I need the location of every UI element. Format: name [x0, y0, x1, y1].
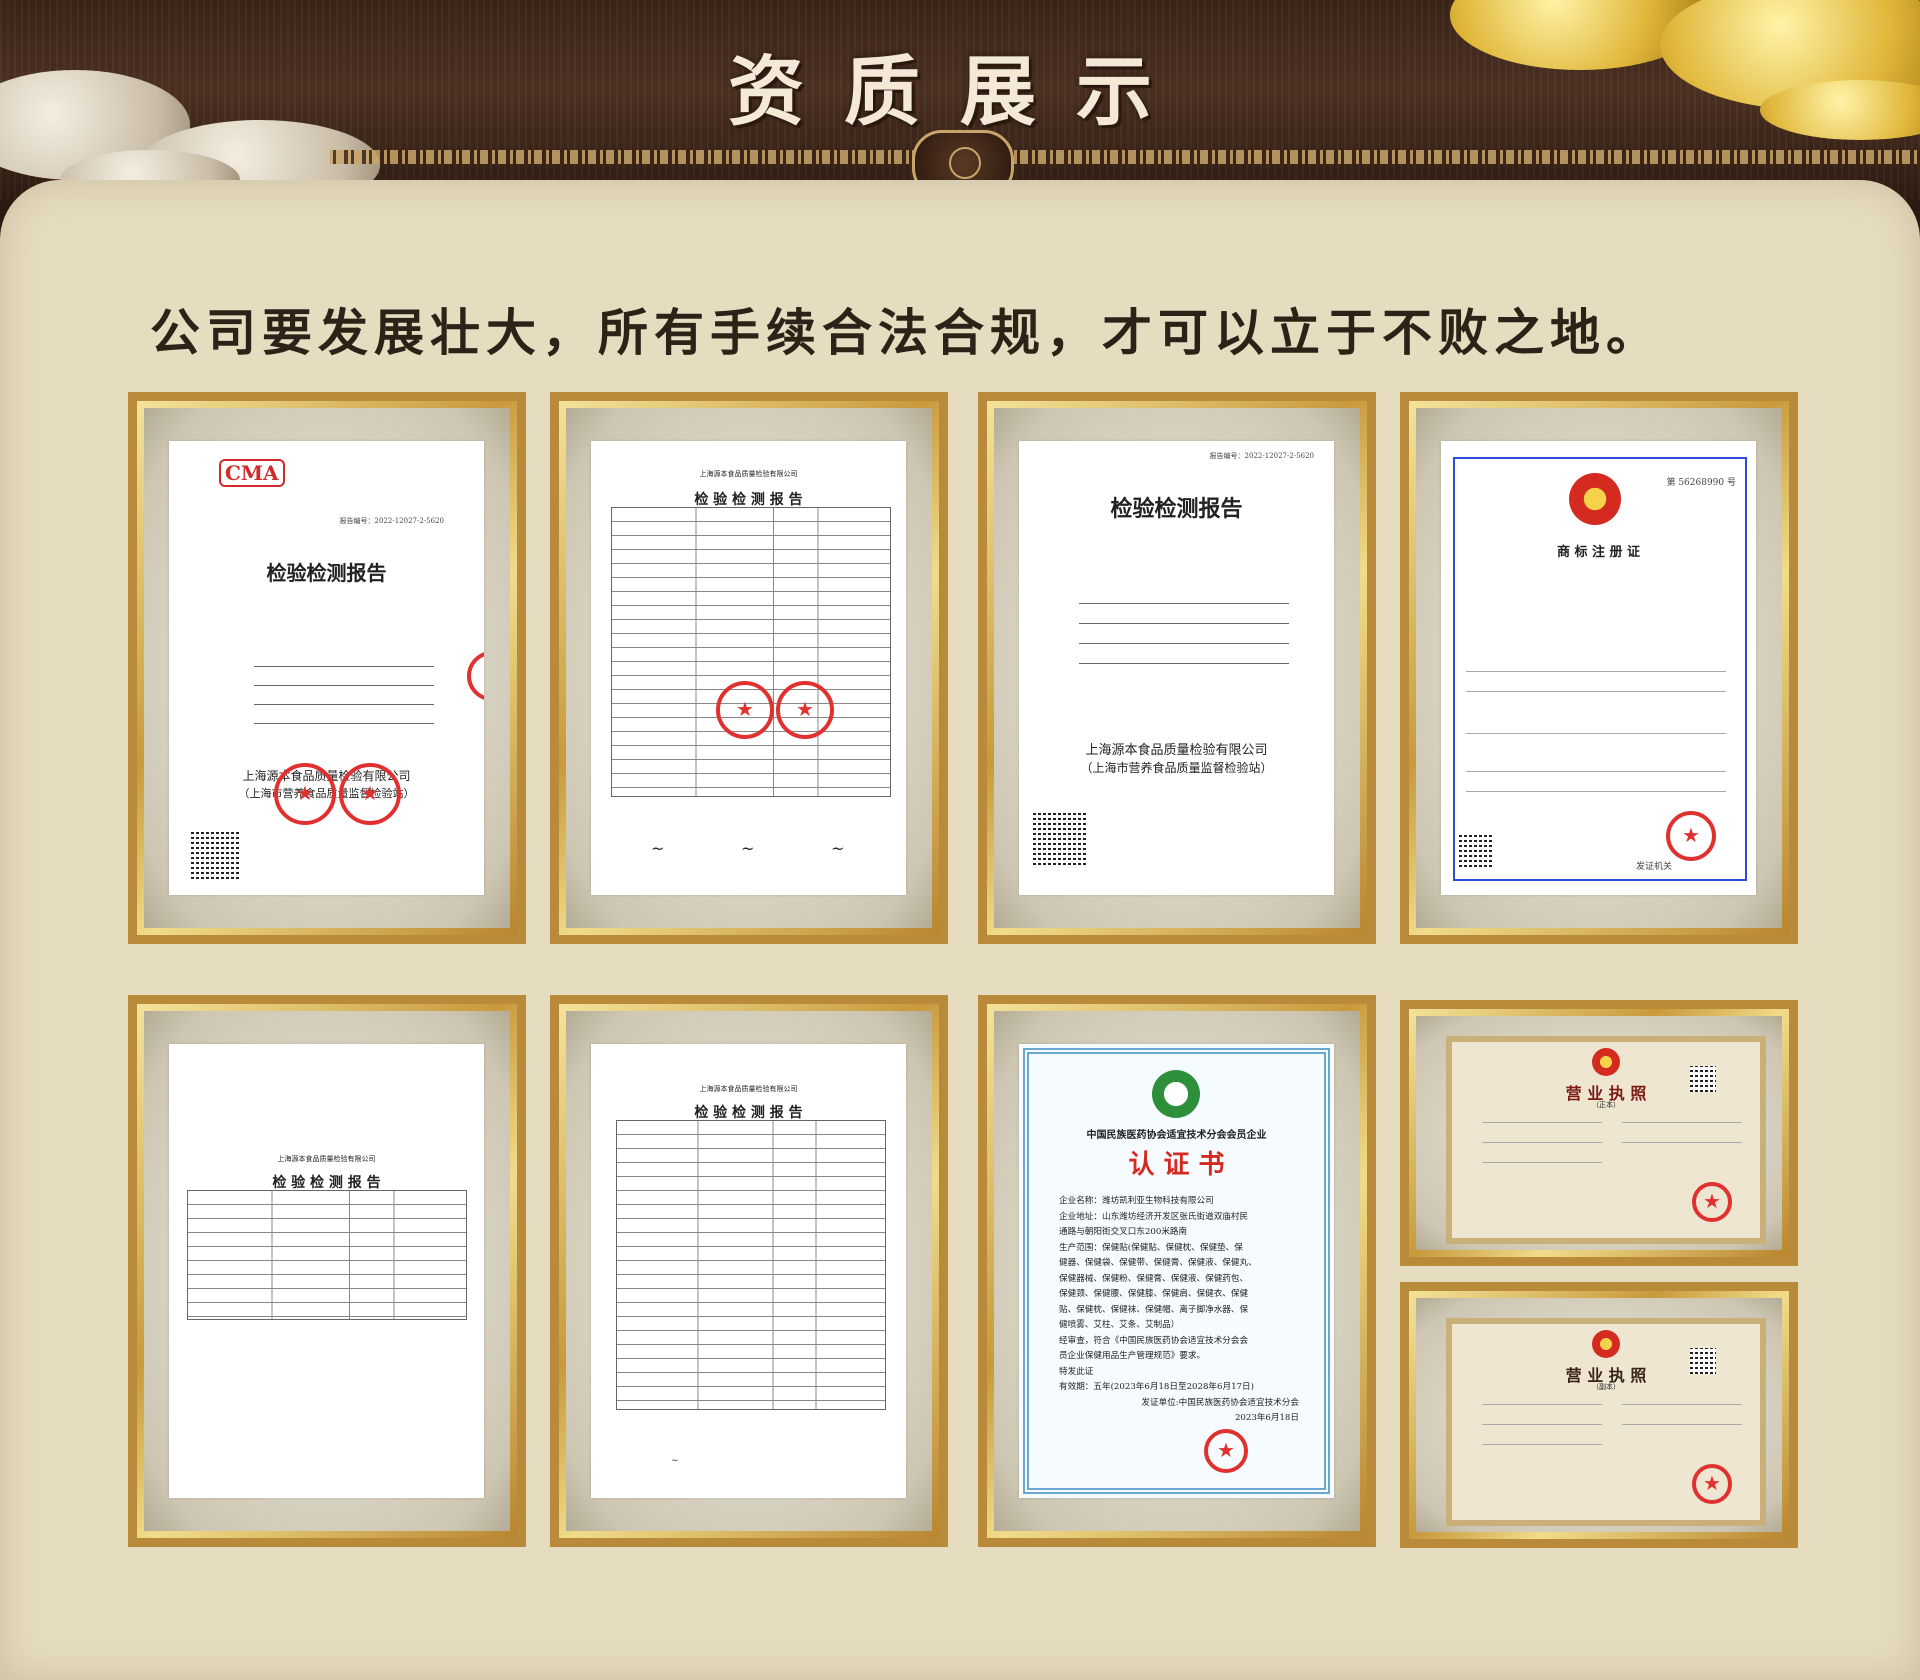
report-org: 上海源本食品质量检验有限公司: [699, 470, 798, 478]
national-emblem-icon: [1592, 1048, 1620, 1076]
report-title: 检 验 检 测 报 告: [694, 1105, 803, 1121]
fret-border: [330, 150, 1920, 164]
report-title: 检 验 检 测 报 告: [272, 1175, 381, 1191]
lab-company-sub: （上海市营养食品质量监督检验站）: [1080, 761, 1273, 775]
association-logo-icon: [1152, 1070, 1200, 1118]
national-emblem-icon: [1592, 1330, 1620, 1358]
page-title: 资质展示: [728, 47, 1192, 136]
report-org: 上海源本食品质量检验有限公司: [699, 1085, 798, 1093]
red-seal-icon: [467, 651, 484, 701]
report-title: 检验检测报告: [1110, 496, 1243, 522]
national-emblem-icon: [1569, 473, 1621, 525]
qr-code-icon: [1033, 811, 1087, 865]
slogan: 公司要发展壮大，所有手续合法合规，才可以立于不败之地。: [150, 304, 1662, 362]
lab-company: 上海源本食品质量检验有限公司: [1085, 743, 1268, 758]
document-report-1: CMA 报告编号：2022-12027-2-5620 检验检测报告 上海源本食品…: [169, 441, 484, 895]
red-seal-icon: [274, 763, 336, 825]
red-seal-icon: [1204, 1429, 1248, 1473]
red-seal-icon: [776, 681, 834, 739]
frame-trademark: 第 56268990 号 商 标 注 册 证 发证机关: [1400, 392, 1798, 944]
license-sub: （副本）: [1592, 1383, 1620, 1391]
frame-report-1: CMA 报告编号：2022-12027-2-5620 检验检测报告 上海源本食品…: [128, 392, 526, 944]
frame-business-license-copy: 营 业 执 照 （副本）: [1400, 1282, 1798, 1548]
trademark-number: 第 56268990 号: [1666, 478, 1736, 488]
document-trademark: 第 56268990 号 商 标 注 册 证 发证机关: [1441, 441, 1756, 895]
frame-business-license-original: 营 业 执 照 （正本）: [1400, 1000, 1798, 1266]
report-table: [187, 1190, 467, 1320]
report-title: 检 验 检 测 报 告: [694, 492, 803, 508]
qr-code-icon: [1459, 833, 1493, 867]
qr-code-icon: [191, 831, 239, 879]
document-report-5: 上海源本食品质量检验有限公司 检 验 检 测 报 告 ~: [591, 1044, 906, 1498]
trademark-title: 商 标 注 册 证: [1556, 545, 1641, 560]
document-report-4: 上海源本食品质量检验有限公司 检 验 检 测 报 告: [169, 1044, 484, 1498]
frame-report-3: 报告编号：2022-12027-2-5620 检验检测报告 上海源本食品质量检验…: [978, 392, 1376, 944]
qr-code-icon: [1690, 1348, 1716, 1374]
report-title: 检验检测报告: [266, 561, 387, 585]
red-seal-icon: [1692, 1464, 1732, 1504]
qr-code-icon: [1690, 1066, 1716, 1092]
report-org: 上海源本食品质量检验有限公司: [277, 1155, 376, 1163]
signature: ~: [651, 839, 665, 858]
document-business-license-copy: 营 业 执 照 （副本）: [1446, 1318, 1766, 1526]
document-business-license-original: 营 业 执 照 （正本）: [1446, 1036, 1766, 1244]
document-report-2: 上海源本食品质量检验有限公司 检 验 检 测 报 告 ~ ~ ~: [591, 441, 906, 895]
cert-org: 中国民族医药协会适宜技术分会会员企业: [1086, 1130, 1267, 1141]
red-seal-icon: [1692, 1182, 1732, 1222]
red-seal-icon: [339, 763, 401, 825]
cert-title: 认 证 书: [1128, 1150, 1225, 1180]
report-table: [611, 507, 891, 797]
red-seal-icon: [1666, 811, 1716, 861]
frame-report-5: 上海源本食品质量检验有限公司 检 验 检 测 报 告 ~: [550, 995, 948, 1547]
issuing-authority: 发证机关: [1636, 862, 1673, 872]
signature: ~: [741, 839, 755, 858]
report-number: 报告编号：2022-12027-2-5620: [1209, 452, 1314, 460]
red-seal-icon: [716, 681, 774, 739]
frame-certificate: 中国民族医药协会适宜技术分会会员企业 认 证 书 企业名称：潍坊凯利亚生物科技有…: [978, 995, 1376, 1547]
report-number: 报告编号：2022-12027-2-5620: [339, 517, 444, 525]
header-banner: 资质展示: [0, 0, 1920, 210]
cert-body: 企业名称：潍坊凯利亚生物科技有限公司 企业地址：山东潍坊经济开发区张氏街道双庙村…: [1059, 1196, 1299, 1423]
document-certificate: 中国民族医药协会适宜技术分会会员企业 认 证 书 企业名称：潍坊凯利亚生物科技有…: [1019, 1044, 1334, 1498]
license-sub: （正本）: [1592, 1101, 1620, 1109]
cma-logo: CMA: [219, 459, 285, 487]
document-report-3: 报告编号：2022-12027-2-5620 检验检测报告 上海源本食品质量检验…: [1019, 441, 1334, 895]
report-table: [616, 1120, 886, 1410]
frame-report-4: 上海源本食品质量检验有限公司 检 验 检 测 报 告: [128, 995, 526, 1547]
signature: ~: [831, 839, 845, 858]
frame-report-2: 上海源本食品质量检验有限公司 检 验 检 测 报 告 ~ ~ ~: [550, 392, 948, 944]
